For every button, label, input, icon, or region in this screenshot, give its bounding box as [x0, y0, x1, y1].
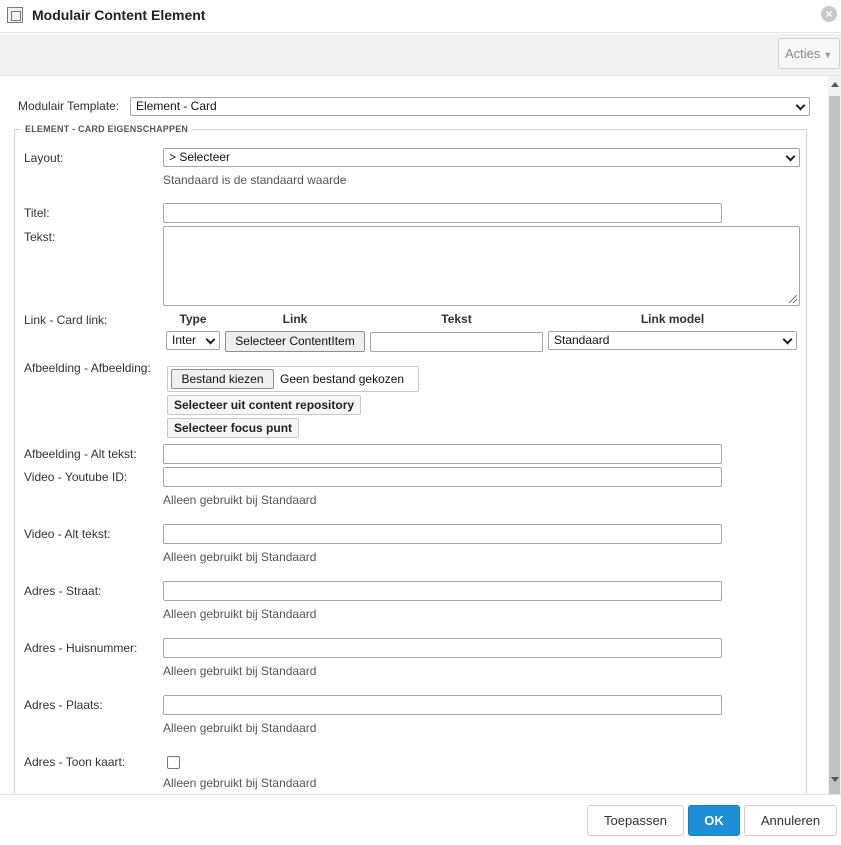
chevron-down-icon [795, 100, 806, 111]
template-select-value: Element - Card [136, 99, 217, 113]
link-model-value: Standaard [554, 333, 610, 347]
scroll-down-icon[interactable] [831, 777, 839, 782]
titel-input[interactable] [163, 203, 722, 223]
straat-help: Alleen gebruikt bij Standaard [163, 607, 317, 621]
straat-label: Adres - Straat: [24, 584, 102, 598]
alt-tekst-label: Afbeelding - Alt tekst: [24, 447, 137, 461]
link-type-value: Inter [172, 333, 197, 347]
plaats-input[interactable] [163, 695, 722, 715]
ok-button[interactable]: OK [688, 805, 740, 836]
choose-file-button[interactable]: Bestand kiezen [171, 369, 274, 389]
link-col-link: Link [282, 312, 308, 326]
layout-help: Standaard is de standaard waarde [163, 173, 347, 187]
chevron-down-icon [785, 151, 796, 162]
template-label: Modulair Template: [18, 99, 120, 113]
no-file-text: Geen bestand gekozen [280, 372, 405, 386]
layout-select[interactable]: > Selecteer [163, 148, 800, 167]
resize-grip-icon[interactable] [789, 295, 797, 303]
link-col-type: Type [179, 312, 207, 326]
link-tekst-input[interactable] [370, 332, 543, 352]
chevron-down-icon [205, 334, 216, 345]
dialog-toolbar: Acties ▼ [0, 34, 841, 76]
alt-tekst-input[interactable] [163, 444, 722, 464]
youtube-help: Alleen gebruikt bij Standaard [163, 493, 317, 507]
apply-button[interactable]: Toepassen [587, 805, 684, 836]
file-input[interactable]: Bestand kiezen Geen bestand gekozen [167, 366, 419, 392]
template-select[interactable]: Element - Card [130, 97, 810, 116]
scroll-up-icon[interactable] [831, 82, 839, 87]
toon-kaart-label: Adres - Toon kaart: [24, 755, 126, 769]
video-alt-label: Video - Alt tekst: [24, 527, 111, 541]
layout-label: Layout: [24, 151, 64, 165]
dialog-content: Modulair Template: Element - Card ELEMEN… [0, 76, 828, 794]
straat-input[interactable] [163, 581, 722, 601]
actions-button[interactable]: Acties ▼ [778, 38, 840, 69]
vertical-scrollbar[interactable] [828, 76, 841, 801]
focus-point-button[interactable]: Selecteer focus punt [167, 418, 300, 438]
toon-kaart-checkbox[interactable] [167, 756, 180, 769]
window-icon [7, 7, 23, 23]
dialog-footer: Toepassen OK Annuleren [0, 794, 841, 845]
layout-select-value: > Selecteer [169, 150, 231, 164]
link-col-tekst: Tekst [441, 312, 472, 326]
plaats-help: Alleen gebruikt bij Standaard [163, 721, 317, 735]
chevron-down-icon [782, 334, 793, 345]
cancel-button[interactable]: Annuleren [744, 805, 837, 836]
dialog-title: Modulair Content Element [32, 7, 206, 23]
link-type-select[interactable]: Inter [166, 331, 220, 350]
huisnummer-label: Adres - Huisnummer: [24, 641, 138, 655]
scrollbar-thumb[interactable] [829, 96, 840, 801]
actions-label: Acties [785, 46, 821, 61]
titel-label: Titel: [24, 206, 50, 220]
youtube-input[interactable] [163, 467, 722, 487]
huisnummer-help: Alleen gebruikt bij Standaard [163, 664, 317, 678]
video-alt-help: Alleen gebruikt bij Standaard [163, 550, 317, 564]
chevron-down-icon: ▼ [823, 50, 833, 60]
fieldset-legend: ELEMENT - CARD EIGENSCHAPPEN [21, 124, 193, 134]
select-contentitem-button[interactable]: Selecteer ContentItem [225, 331, 365, 352]
video-alt-input[interactable] [163, 524, 722, 544]
content-repository-button[interactable]: Selecteer uit content repository [167, 395, 362, 415]
link-model-select[interactable]: Standaard [548, 331, 797, 350]
tekst-textarea[interactable] [163, 226, 800, 306]
link-col-model: Link model [640, 312, 705, 326]
close-icon[interactable]: × [821, 6, 837, 22]
toon-kaart-help: Alleen gebruikt bij Standaard [163, 776, 317, 790]
tekst-label: Tekst: [24, 230, 56, 244]
youtube-label: Video - Youtube ID: [24, 470, 128, 484]
link-label: Link - Card link: [24, 313, 108, 327]
plaats-label: Adres - Plaats: [24, 698, 103, 712]
afbeelding-label: Afbeelding - Afbeelding: [24, 361, 151, 375]
dialog-titlebar: Modulair Content Element × [0, 0, 841, 33]
huisnummer-input[interactable] [163, 638, 722, 658]
